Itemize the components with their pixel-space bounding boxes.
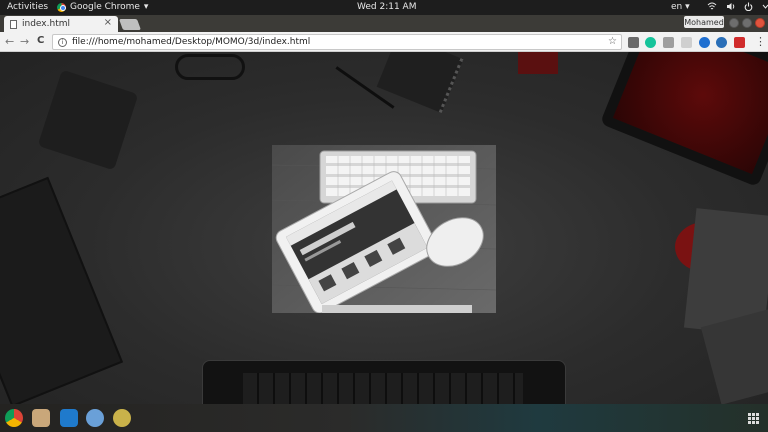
language-indicator[interactable]: en ▾ <box>671 2 690 12</box>
show-applications-icon[interactable] <box>748 413 759 424</box>
vscode-dock-icon[interactable] <box>60 409 78 427</box>
chrome-icon <box>57 2 66 12</box>
product-image <box>271 145 497 315</box>
maximize-button[interactable] <box>742 18 752 28</box>
skype-extension-icon[interactable] <box>628 37 639 48</box>
dock <box>0 404 768 432</box>
tablet-keyboard-mouse-image <box>271 145 497 315</box>
notebook-decoration <box>37 69 139 171</box>
chevron-down-icon <box>762 4 768 9</box>
extension-icon-3[interactable] <box>663 37 674 48</box>
chevron-down-icon: ▾ <box>685 2 690 12</box>
laptop-decoration <box>202 360 566 404</box>
back-arrow-icon[interactable]: ← <box>5 35 14 48</box>
activities-button[interactable]: Activities <box>7 2 48 12</box>
extension-icon-4[interactable] <box>681 37 692 48</box>
profile-button[interactable]: Mohamed <box>684 16 724 28</box>
clipboard-decoration <box>0 176 124 404</box>
chrome-dock-icon[interactable] <box>5 409 23 427</box>
red-card-decoration <box>518 52 558 74</box>
grammarly-extension-icon[interactable] <box>645 37 656 48</box>
address-bar[interactable]: i file:///home/mohamed/Desktop/MOMO/3d/i… <box>52 34 622 50</box>
volume-icon <box>727 3 735 10</box>
glasses-decoration <box>175 54 245 80</box>
document-icon <box>10 19 17 29</box>
notebook-right-decoration <box>700 309 768 404</box>
close-tab-icon[interactable]: × <box>104 17 112 28</box>
tab-index-html[interactable]: index.html × <box>4 16 118 32</box>
steem-extension-icon[interactable] <box>699 37 710 48</box>
new-tab-button[interactable] <box>118 19 142 30</box>
system-tray[interactable] <box>707 2 768 11</box>
extension-icon-6[interactable] <box>716 37 727 48</box>
forward-arrow-icon[interactable]: → <box>20 35 29 48</box>
clock[interactable]: Wed 2:11 AM <box>357 2 416 12</box>
close-window-button[interactable] <box>755 18 765 28</box>
network-icon <box>707 2 717 10</box>
page-viewport <box>0 52 768 404</box>
language-label: en <box>671 2 683 12</box>
chevron-down-icon: ▾ <box>143 2 149 12</box>
power-icon <box>744 2 753 11</box>
gnome-top-bar: Activities Google Chrome ▾ Wed 2:11 AM e… <box>0 0 768 15</box>
app-menu[interactable]: Google Chrome ▾ <box>57 2 148 12</box>
tab-title: index.html <box>22 19 70 29</box>
minimize-button[interactable] <box>729 18 739 28</box>
bookmark-star-icon[interactable]: ☆ <box>608 36 617 47</box>
badge-extension-icon[interactable] <box>734 37 745 48</box>
chrome-menu-icon[interactable]: ⋮ <box>755 35 766 48</box>
tab-strip: index.html × Mohamed <box>0 15 768 32</box>
url-text: file:///home/mohamed/Desktop/MOMO/3d/ind… <box>72 37 311 47</box>
info-icon[interactable]: i <box>58 37 67 47</box>
app-dock-icon[interactable] <box>113 409 131 427</box>
app-menu-label: Google Chrome <box>70 2 140 12</box>
reload-icon[interactable]: C <box>37 35 44 46</box>
tablet-decoration <box>599 52 768 188</box>
globe-dock-icon[interactable] <box>86 409 104 427</box>
browser-toolbar: ← → C i file:///home/mohamed/Desktop/MOM… <box>0 32 768 52</box>
files-dock-icon[interactable] <box>32 409 50 427</box>
